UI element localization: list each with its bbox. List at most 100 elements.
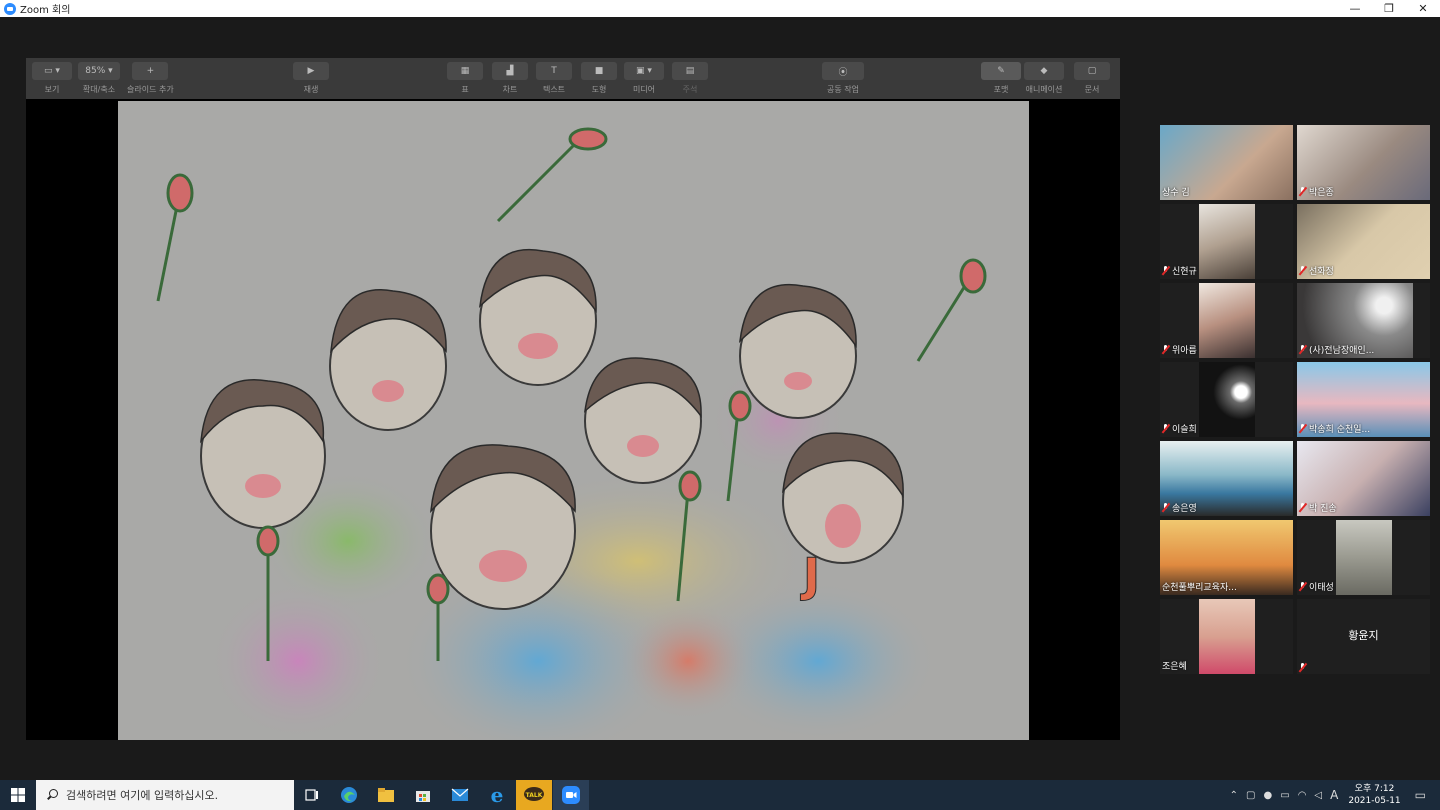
toolbar-collaborate[interactable]: ⦿ 공동 작업 (822, 62, 864, 95)
participant-tile[interactable]: 송은영 (1160, 441, 1293, 516)
participant-video (1199, 283, 1255, 358)
add-slide-button[interactable]: + (132, 62, 169, 80)
shape-label: 도형 (591, 85, 607, 94)
play-label: 재생 (303, 85, 319, 94)
toolbar-chart[interactable]: ▟ 차트 (492, 62, 528, 95)
zoom-taskbar-app[interactable] (553, 780, 589, 810)
toolbar-add-slide[interactable]: + 슬라이드 추가 (127, 62, 174, 95)
minimize-button[interactable]: — (1338, 0, 1372, 17)
collaborate-label: 공동 작업 (827, 85, 859, 94)
toolbar-play[interactable]: ▶ 재생 (293, 62, 329, 95)
participant-tile[interactable]: 이태성 (1297, 520, 1430, 595)
taskbar-search[interactable]: 검색하려면 여기에 입력하십시오. (36, 780, 294, 810)
participant-name: 이슬희 (1162, 422, 1197, 435)
toolbar-comment[interactable]: ▤ 주석 (672, 62, 708, 95)
participant-tile[interactable]: 박은종 (1297, 125, 1430, 200)
volume-icon[interactable]: ◁ (1314, 790, 1322, 801)
window-title: Zoom 회의 (20, 5, 71, 16)
slide-illustration: J (118, 101, 1029, 740)
window-controls: — ❐ ✕ (1338, 0, 1440, 17)
muted-mic-icon (1162, 345, 1169, 354)
participant-display-name: 황윤지 (1348, 629, 1379, 642)
kakaotalk-app[interactable]: TALK (516, 780, 552, 810)
play-button[interactable]: ▶ (293, 62, 329, 80)
zoom-button[interactable]: 85% ▾ (78, 62, 120, 80)
zoom-app-icon (4, 2, 16, 15)
close-button[interactable]: ✕ (1406, 0, 1440, 17)
participant-tile[interactable]: 박 진송 (1297, 441, 1430, 516)
muted-mic-icon (1162, 424, 1169, 433)
participant-name (1299, 663, 1309, 672)
document-label: 문서 (1084, 85, 1100, 94)
text-icon[interactable]: T (536, 62, 572, 80)
media-icon[interactable]: ▣ ▾ (624, 62, 664, 80)
participant-tile[interactable]: 상수 김 (1160, 125, 1293, 200)
comment-icon[interactable]: ▤ (672, 62, 708, 80)
collaborate-icon[interactable]: ⦿ (822, 62, 864, 80)
edge-icon (341, 787, 357, 803)
muted-mic-icon (1299, 187, 1306, 196)
internet-explorer-app[interactable]: e (479, 780, 515, 810)
view-button[interactable]: ▭ ▾ (32, 62, 72, 80)
table-icon[interactable]: ▦ (447, 62, 483, 80)
muted-mic-icon (1299, 266, 1306, 275)
notification-icon[interactable]: ▭ (1415, 788, 1426, 802)
input-language-indicator[interactable]: A (1330, 788, 1338, 802)
folder-icon (378, 788, 394, 802)
chevron-up-icon[interactable]: ⌃ (1230, 790, 1238, 801)
participant-name: 상수 김 (1162, 188, 1190, 198)
text-label: 텍스트 (542, 85, 566, 94)
chart-label: 차트 (502, 85, 518, 94)
task-view-button[interactable] (294, 780, 330, 810)
participant-name: 위아름 (1162, 343, 1197, 356)
document-icon[interactable]: ▢ (1074, 62, 1110, 80)
muted-mic-icon (1299, 345, 1306, 354)
shared-screen[interactable]: ▭ ▾ 보기 85% ▾ 확대/축소 + 슬라이드 추가 ▶ 재생 ▦ 표 ▟ … (26, 58, 1120, 740)
toolbar-table[interactable]: ▦ 표 (447, 62, 483, 95)
participant-video (1199, 362, 1255, 437)
search-placeholder: 검색하려면 여기에 입력하십시오. (66, 789, 219, 802)
participant-tile[interactable]: 선화정 (1297, 204, 1430, 279)
animate-label: 애니메이션 (1025, 85, 1063, 94)
participant-tile[interactable]: (사)전남장애인... (1297, 283, 1430, 358)
participant-tile[interactable]: 박송희 순천일... (1297, 362, 1430, 437)
mail-app[interactable] (442, 780, 478, 810)
muted-mic-icon (1299, 663, 1306, 672)
participant-tile[interactable]: 조은혜 (1160, 599, 1293, 674)
start-button[interactable] (0, 780, 36, 810)
toolbar-document[interactable]: ▢ 문서 (1074, 62, 1110, 95)
toolbar-text[interactable]: T 텍스트 (536, 62, 572, 95)
participant-tile[interactable]: 황윤지 (1297, 599, 1430, 674)
app-tray-icon[interactable]: ▢ (1246, 790, 1255, 801)
search-icon (46, 789, 58, 801)
participant-tile[interactable]: 신현규 (1160, 204, 1293, 279)
participant-name: 박은종 (1299, 185, 1334, 198)
store-app[interactable] (405, 780, 441, 810)
toolbar-media[interactable]: ▣ ▾ 미디어 (624, 62, 664, 95)
taskbar-clock[interactable]: 오후 7:12 2021-05-11 (1348, 783, 1400, 807)
toolbar-shape[interactable]: ■ 도형 (581, 62, 617, 95)
shape-icon[interactable]: ■ (581, 62, 617, 80)
edge-app[interactable] (331, 780, 367, 810)
animate-icon[interactable]: ◆ (1024, 62, 1064, 80)
participant-tile-active-speaker[interactable]: 순천풀뿌리교육자... (1160, 520, 1293, 595)
toolbar-animate[interactable]: ◆ 애니메이션 (1024, 62, 1064, 95)
chart-icon[interactable]: ▟ (492, 62, 528, 80)
format-icon[interactable]: ✎ (981, 62, 1021, 80)
toolbar-format[interactable]: ✎ 포맷 (981, 62, 1021, 95)
participant-tile[interactable]: 이슬희 (1160, 362, 1293, 437)
battery-icon[interactable]: ▭ (1280, 790, 1289, 801)
microphone-icon[interactable]: ● (1264, 790, 1273, 801)
participant-name: 박 진송 (1299, 501, 1337, 514)
comment-label: 주석 (682, 85, 698, 94)
participant-name: 조은혜 (1162, 662, 1187, 672)
wifi-icon[interactable]: ◠ (1298, 790, 1307, 801)
participant-tile[interactable]: 위아름 (1160, 283, 1293, 358)
participant-video (1199, 599, 1255, 674)
participant-video (1336, 520, 1392, 595)
maximize-button[interactable]: ❐ (1372, 0, 1406, 17)
file-explorer-app[interactable] (368, 780, 404, 810)
toolbar-zoom[interactable]: 85% ▾ 확대/축소 (78, 62, 120, 95)
toolbar-view[interactable]: ▭ ▾ 보기 (32, 62, 72, 95)
window-titlebar: Zoom 회의 — ❐ ✕ (0, 0, 1440, 17)
